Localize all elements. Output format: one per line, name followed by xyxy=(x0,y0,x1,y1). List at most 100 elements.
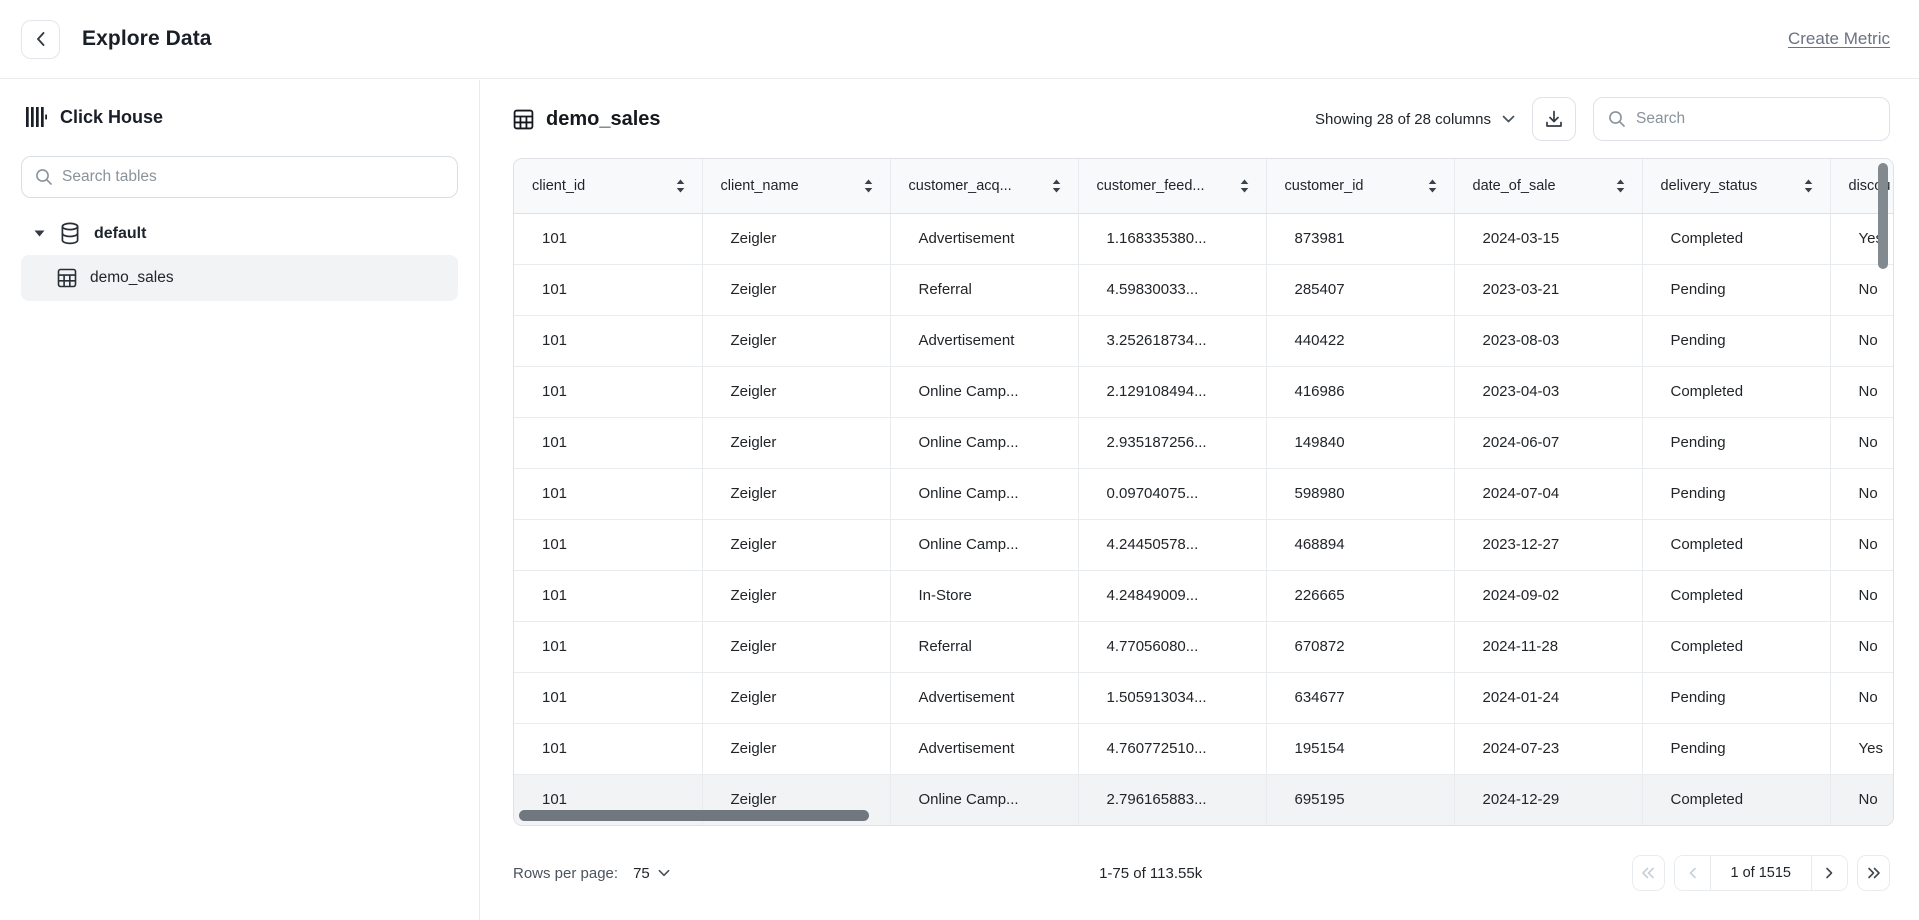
table-cell: Completed xyxy=(1642,570,1830,621)
top-bar: Explore Data Create Metric xyxy=(0,0,1919,79)
table-cell: 2.796165883... xyxy=(1078,774,1266,825)
table-cell: 226665 xyxy=(1266,570,1454,621)
table-row[interactable]: 101ZeiglerAdvertisement3.252618734...440… xyxy=(514,315,1894,366)
table-row[interactable]: 101ZeiglerOnline Camp...4.24450578...468… xyxy=(514,519,1894,570)
sidebar-item-demo-sales[interactable]: demo_sales xyxy=(21,255,458,301)
download-button[interactable] xyxy=(1532,97,1576,141)
sort-arrows-icon xyxy=(1616,179,1625,193)
database-node-default[interactable]: default xyxy=(21,222,458,245)
clickhouse-logo-icon xyxy=(26,106,47,128)
table-cell: 101 xyxy=(514,366,702,417)
table-cell: 670872 xyxy=(1266,621,1454,672)
table-row[interactable]: 101ZeiglerAdvertisement4.760772510...195… xyxy=(514,723,1894,774)
table-cell: Online Camp... xyxy=(890,366,1078,417)
prev-page-button[interactable] xyxy=(1675,856,1711,890)
column-header-label: client_id xyxy=(532,178,585,194)
column-header-label: delivery_status xyxy=(1661,178,1758,194)
table-cell: 2.935187256... xyxy=(1078,417,1266,468)
table-cell: Referral xyxy=(890,264,1078,315)
table-search-input[interactable] xyxy=(1636,110,1875,128)
rows-per-page: Rows per page: 75 xyxy=(513,865,670,882)
table-cell: Advertisement xyxy=(890,315,1078,366)
table-cell: No xyxy=(1830,417,1894,468)
table-cell: No xyxy=(1830,570,1894,621)
table-row[interactable]: 101ZeiglerAdvertisement1.505913034...634… xyxy=(514,672,1894,723)
rows-per-page-label: Rows per page: xyxy=(513,865,618,882)
column-header-label: customer_feed... xyxy=(1097,178,1205,194)
rows-per-page-select[interactable]: 75 xyxy=(633,865,670,882)
table-cell: Online Camp... xyxy=(890,468,1078,519)
data-table: client_id client_name customer_acq... custo… xyxy=(514,159,1894,825)
table-cell: 873981 xyxy=(1266,213,1454,264)
table-cell: Referral xyxy=(890,621,1078,672)
table-cell: Zeigler xyxy=(702,672,890,723)
table-cell: 195154 xyxy=(1266,723,1454,774)
main-panel: demo_sales Showing 28 of 28 columns xyxy=(481,80,1919,920)
create-metric-link[interactable]: Create Metric xyxy=(1788,29,1890,49)
first-page-button[interactable] xyxy=(1632,855,1665,891)
table-cell: 2024-12-29 xyxy=(1454,774,1642,825)
table-cell: 2023-08-03 xyxy=(1454,315,1642,366)
rows-per-page-value: 75 xyxy=(633,865,650,882)
column-header-customer-feed[interactable]: customer_feed... xyxy=(1078,159,1266,213)
last-page-button[interactable] xyxy=(1857,855,1890,891)
column-header-label: client_name xyxy=(721,178,799,194)
chevrons-right-icon xyxy=(1867,867,1881,879)
page-stepper: 1 of 1515 xyxy=(1674,855,1848,891)
table-cell: Zeigler xyxy=(702,417,890,468)
column-header-date-of-sale[interactable]: date_of_sale xyxy=(1454,159,1642,213)
table-cell: Zeigler xyxy=(702,570,890,621)
table-cell: Online Camp... xyxy=(890,417,1078,468)
table-footer: Rows per page: 75 1-75 of 113.55k xyxy=(513,854,1890,892)
database-icon xyxy=(59,222,81,245)
table-cell: Zeigler xyxy=(702,366,890,417)
table-cell: 416986 xyxy=(1266,366,1454,417)
table-cell: Pending xyxy=(1642,672,1830,723)
tables-search-box[interactable] xyxy=(21,156,458,198)
vertical-scrollbar[interactable] xyxy=(1878,163,1888,269)
table-cell: Online Camp... xyxy=(890,774,1078,825)
column-header-customer-acq[interactable]: customer_acq... xyxy=(890,159,1078,213)
toolbar-controls: Showing 28 of 28 columns xyxy=(1315,97,1890,141)
table-cell: Zeigler xyxy=(702,621,890,672)
table-cell: 101 xyxy=(514,723,702,774)
table-row[interactable]: 101ZeiglerAdvertisement1.168335380...873… xyxy=(514,213,1894,264)
table-row[interactable]: 101ZeiglerReferral4.77056080...670872202… xyxy=(514,621,1894,672)
page-title: Explore Data xyxy=(82,27,212,51)
table-cell: Pending xyxy=(1642,315,1830,366)
table-cell: Pending xyxy=(1642,723,1830,774)
back-button[interactable] xyxy=(21,20,60,59)
table-row[interactable]: 101ZeiglerOnline Camp...0.09704075...598… xyxy=(514,468,1894,519)
columns-visibility-dropdown[interactable]: Showing 28 of 28 columns xyxy=(1315,111,1515,128)
table-cell: 4.59830033... xyxy=(1078,264,1266,315)
table-row[interactable]: 101ZeiglerReferral4.59830033...285407202… xyxy=(514,264,1894,315)
table-cell: Advertisement xyxy=(890,213,1078,264)
table-cell: Yes xyxy=(1830,723,1894,774)
table-row[interactable]: 101ZeiglerOnline Camp...2.129108494...41… xyxy=(514,366,1894,417)
table-row[interactable]: 101ZeiglerIn-Store4.24849009...226665202… xyxy=(514,570,1894,621)
column-header-delivery-status[interactable]: delivery_status xyxy=(1642,159,1830,213)
tables-search-input[interactable] xyxy=(62,168,444,186)
sidebar-table-label: demo_sales xyxy=(90,269,174,287)
table-cell: 149840 xyxy=(1266,417,1454,468)
next-page-button[interactable] xyxy=(1811,856,1847,890)
table-cell: 2023-04-03 xyxy=(1454,366,1642,417)
sort-arrows-icon xyxy=(676,179,685,193)
table-cell: No xyxy=(1830,315,1894,366)
table-cell: 2023-12-27 xyxy=(1454,519,1642,570)
table-cell: No xyxy=(1830,468,1894,519)
sidebar: Click House default xyxy=(0,80,480,920)
table-cell: 0.09704075... xyxy=(1078,468,1266,519)
app-root: Explore Data Create Metric Click House xyxy=(0,0,1919,920)
chevron-right-icon xyxy=(1825,867,1834,879)
column-header-label: date_of_sale xyxy=(1473,178,1556,194)
search-icon xyxy=(35,168,53,186)
table-row[interactable]: 101ZeiglerOnline Camp...2.935187256...14… xyxy=(514,417,1894,468)
horizontal-scrollbar[interactable] xyxy=(519,810,869,821)
sort-arrows-icon xyxy=(864,179,873,193)
column-header-client-id[interactable]: client_id xyxy=(514,159,702,213)
column-header-customer-id[interactable]: customer_id xyxy=(1266,159,1454,213)
table-cell: No xyxy=(1830,621,1894,672)
column-header-client-name[interactable]: client_name xyxy=(702,159,890,213)
table-search-box[interactable] xyxy=(1593,97,1890,141)
